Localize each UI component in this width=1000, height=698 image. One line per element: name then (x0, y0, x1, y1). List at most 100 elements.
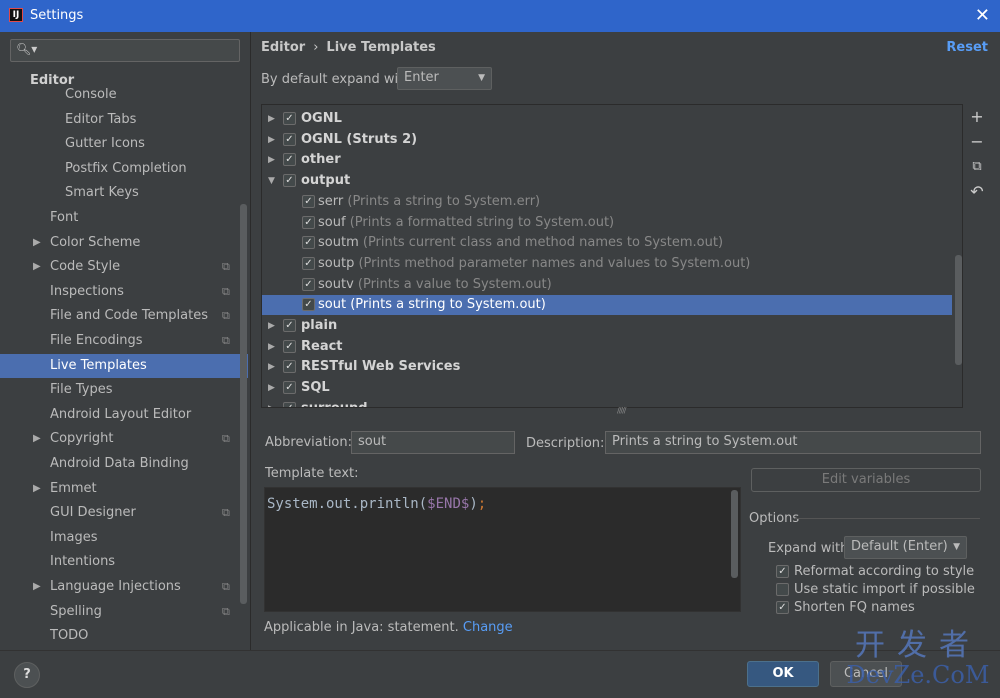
edit-variables-button[interactable]: Edit variables (751, 468, 981, 492)
sidebar-item-spelling[interactable]: Spelling ⧉ (0, 600, 248, 624)
close-icon[interactable]: ✕ (975, 5, 990, 26)
sidebar-item-editor-tabs[interactable]: Editor Tabs (0, 108, 248, 132)
template-group-row[interactable]: ▶ ✓ React (262, 337, 952, 357)
template-group-row[interactable]: ▶ ✓ surround (262, 399, 952, 407)
sidebar-item-smart-keys[interactable]: Smart Keys (0, 181, 248, 205)
template-checkbox[interactable]: ✓ (283, 153, 296, 166)
chevron-right-icon[interactable]: ▶ (268, 130, 275, 150)
sidebar-item-gui-designer[interactable]: GUI Designer ⧉ (0, 501, 248, 525)
template-checkbox[interactable]: ✓ (283, 402, 296, 407)
sidebar-item-todo[interactable]: TODO (0, 624, 248, 648)
template-item-row[interactable]: ✓ souf (Prints a formatted string to Syst… (262, 213, 952, 233)
sidebar-item-intentions[interactable]: Intentions (0, 550, 248, 574)
template-description: (Prints a formatted string to System.out… (349, 215, 615, 230)
template-checkbox[interactable]: ✓ (283, 174, 296, 187)
template-group-row[interactable]: ▶ ✓ OGNL (Struts 2) (262, 130, 952, 150)
sidebar-item-inspections[interactable]: Inspections ⧉ (0, 280, 248, 304)
shorten-fq-checkbox[interactable]: ✓ (776, 601, 789, 614)
template-checkbox[interactable]: ✓ (302, 236, 315, 249)
options-expand-with-select[interactable]: Default (Enter) ▼ (844, 536, 967, 559)
template-item-row[interactable]: ✓ soutv (Prints a value to System.out) (262, 275, 952, 295)
sidebar-item-postfix-completion[interactable]: Postfix Completion (0, 157, 248, 181)
breadcrumb-live-templates: Live Templates (326, 40, 436, 55)
template-checkbox[interactable]: ✓ (283, 112, 296, 125)
chevron-right-icon[interactable]: ▶ (268, 337, 275, 357)
chevron-right-icon[interactable]: ▶ (268, 399, 275, 407)
chevron-right-icon[interactable]: ▶ (33, 477, 41, 501)
templates-tree[interactable]: ▶ ✓ OGNL ▶ ✓ OGNL (Struts 2) ▶ ✓ other ▼ ✓ output ✓ s… (261, 104, 963, 408)
sidebar-item-font[interactable]: Font (0, 206, 248, 230)
sidebar-item-android-data-binding[interactable]: Android Data Binding (0, 452, 248, 476)
chevron-right-icon[interactable]: ▶ (268, 378, 275, 398)
static-import-checkbox[interactable] (776, 583, 789, 596)
sidebar-item-file-and-code-templates[interactable]: File and Code Templates ⧉ (0, 304, 248, 328)
template-checkbox[interactable]: ✓ (302, 298, 315, 311)
chevron-right-icon[interactable]: ▶ (33, 575, 41, 599)
template-item-row[interactable]: ✓ serr (Prints a string to System.err) (262, 192, 952, 212)
add-icon[interactable]: + (968, 108, 986, 126)
help-button[interactable]: ? (14, 662, 40, 688)
sidebar-item-file-types[interactable]: File Types (0, 378, 248, 402)
chevron-down-icon: ▼ (953, 542, 960, 552)
watermark-logo: 开发者 DevZe.CoM (843, 630, 993, 689)
chevron-right-icon[interactable]: ▶ (268, 109, 275, 129)
reformat-checkbox[interactable]: ✓ (776, 565, 789, 578)
sidebar-scrollbar[interactable] (240, 204, 247, 604)
applicable-context: Applicable in Java: statement. Change (264, 620, 513, 635)
editor-scrollbar[interactable] (731, 490, 738, 578)
expand-with-select[interactable]: Enter ▼ (397, 67, 492, 90)
template-checkbox[interactable]: ✓ (302, 257, 315, 270)
sidebar-item-images[interactable]: Images (0, 526, 248, 550)
live-templates-panel: Editor › Live Templates Reset By default e… (251, 32, 1000, 650)
copy-icon[interactable]: ⧉ (968, 158, 986, 176)
template-checkbox[interactable]: ✓ (302, 195, 315, 208)
restore-icon[interactable]: ↶ (968, 183, 986, 201)
remove-icon[interactable]: − (968, 133, 986, 151)
change-context-link[interactable]: Change (463, 620, 513, 635)
template-group-row[interactable]: ▶ ✓ other (262, 150, 952, 170)
sidebar-item-console[interactable]: Console (0, 83, 248, 107)
template-checkbox[interactable]: ✓ (283, 319, 296, 332)
template-item-row[interactable]: ✓ sout (Prints a string to System.out) (262, 295, 952, 315)
resize-grip-icon[interactable]: ///// (617, 406, 627, 415)
template-checkbox[interactable]: ✓ (283, 133, 296, 146)
sidebar-item-emmet[interactable]: ▶ Emmet (0, 477, 248, 501)
chevron-right-icon[interactable]: ▶ (33, 231, 41, 255)
search-input[interactable]: 🔍︎▾ (10, 39, 240, 62)
template-checkbox[interactable]: ✓ (283, 340, 296, 353)
sidebar-item-label: Intentions (50, 554, 116, 569)
chevron-right-icon[interactable]: ▶ (33, 427, 41, 451)
sidebar-item-code-style[interactable]: ▶ Code Style ⧉ (0, 255, 248, 279)
description-field[interactable]: Prints a string to System.out (605, 431, 981, 454)
sidebar-item-language-injections[interactable]: ▶ Language Injections ⧉ (0, 575, 248, 599)
chevron-right-icon[interactable]: ▶ (268, 150, 275, 170)
sidebar-item-gutter-icons[interactable]: Gutter Icons (0, 132, 248, 156)
template-group-row[interactable]: ▶ ✓ OGNL (262, 109, 952, 129)
sidebar-item-file-encodings[interactable]: File Encodings ⧉ (0, 329, 248, 353)
template-text-editor[interactable]: System.out.println($END$); (264, 487, 741, 612)
project-scope-icon: ⧉ (222, 580, 230, 593)
chevron-down-icon[interactable]: ▼ (268, 171, 275, 191)
template-group-row[interactable]: ▶ ✓ RESTful Web Services (262, 357, 952, 377)
sidebar-item-android-layout-editor[interactable]: Android Layout Editor (0, 403, 248, 427)
template-checkbox[interactable]: ✓ (302, 278, 315, 291)
template-item-row[interactable]: ✓ soutm (Prints current class and method … (262, 233, 952, 253)
template-group-row[interactable]: ▶ ✓ SQL (262, 378, 952, 398)
sidebar-item-copyright[interactable]: ▶ Copyright ⧉ (0, 427, 248, 451)
chevron-right-icon[interactable]: ▶ (268, 316, 275, 336)
template-checkbox[interactable]: ✓ (302, 216, 315, 229)
template-checkbox[interactable]: ✓ (283, 381, 296, 394)
reset-link[interactable]: Reset (946, 40, 988, 55)
sidebar-item-live-templates[interactable]: Live Templates (0, 354, 248, 378)
templates-scrollbar[interactable] (955, 255, 962, 365)
template-name: sout (318, 297, 347, 312)
sidebar-item-color-scheme[interactable]: ▶ Color Scheme (0, 231, 248, 255)
template-group-row[interactable]: ▶ ✓ plain (262, 316, 952, 336)
template-group-row[interactable]: ▼ ✓ output (262, 171, 952, 191)
template-item-row[interactable]: ✓ soutp (Prints method parameter names an… (262, 254, 952, 274)
ok-button[interactable]: OK (747, 661, 819, 687)
chevron-right-icon[interactable]: ▶ (268, 357, 275, 377)
chevron-right-icon[interactable]: ▶ (33, 255, 41, 279)
abbreviation-field[interactable]: sout (351, 431, 515, 454)
template-checkbox[interactable]: ✓ (283, 360, 296, 373)
